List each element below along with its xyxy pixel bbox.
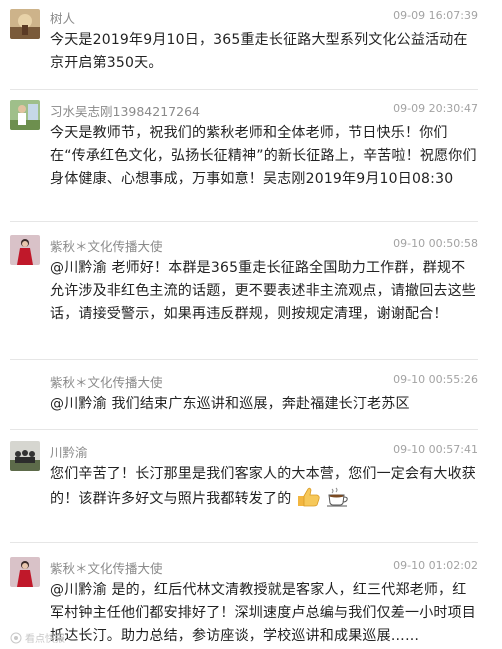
group-photo-avatar-icon bbox=[10, 441, 40, 471]
avatar[interactable] bbox=[10, 9, 40, 39]
message-text: 今天是教师节，祝我们的紫秋老师和全体老师，节日快乐！你们在“传承红色文化，弘扬长… bbox=[50, 125, 477, 187]
message-text: 您们辛苦了！长汀那里是我们客家人的大本营，您们一定会有大收获的！该群许多好文与照… bbox=[50, 463, 478, 511]
chat-message: 川黔渝 09-10 00:57:41 您们辛苦了！长汀那里是我们客家人的大本营，… bbox=[10, 430, 478, 543]
woman-red-dress-avatar-icon bbox=[10, 557, 40, 587]
avatar[interactable] bbox=[10, 235, 40, 265]
chat-message: 紫秋＊文化传播大使 09-10 00:50:58 @川黔渝 老师好！本群是365… bbox=[10, 222, 478, 360]
watermark-logo-icon bbox=[10, 632, 22, 643]
person-outdoor-avatar-icon bbox=[10, 100, 40, 130]
message-time: 09-09 16:07:39 bbox=[393, 9, 478, 22]
avatar[interactable] bbox=[10, 441, 40, 471]
watermark-text: 看点快报 bbox=[25, 634, 65, 645]
sender-name[interactable]: 紫秋＊文化传播大使 bbox=[50, 236, 163, 255]
chat-message: 紫秋＊文化传播大使 09-10 00:55:26 @川黔渝 我们结束广东巡讲和巡… bbox=[10, 360, 478, 430]
sender-name[interactable]: 树人 bbox=[50, 8, 75, 27]
watermark: 看点快报 bbox=[10, 630, 65, 645]
message-time: 09-10 01:02:02 bbox=[393, 559, 478, 572]
sender-name[interactable]: 川黔渝 bbox=[50, 442, 88, 461]
sender-name[interactable]: 习水吴志刚13984217264 bbox=[50, 101, 200, 120]
message-time: 09-10 00:57:41 bbox=[393, 443, 478, 456]
message-text-content: 您们辛苦了！长汀那里是我们客家人的大本营，您们一定会有大收获的！该群许多好文与照… bbox=[50, 466, 476, 507]
sender-name[interactable]: 紫秋＊文化传播大使 bbox=[50, 372, 163, 391]
message-text: @川黔渝 老师好！本群是365重走长征路全国助力工作群，群规不允许涉及非红色主流… bbox=[50, 260, 476, 322]
woman-red-dress-avatar-icon bbox=[10, 235, 40, 265]
message-time: 09-10 00:50:58 bbox=[393, 237, 478, 250]
message-text: 今天是2019年9月10日，365重走长征路大型系列文化公益活动在京开启第350… bbox=[50, 32, 468, 71]
coffee-icon bbox=[325, 486, 351, 508]
avatar[interactable] bbox=[10, 100, 40, 130]
message-text: @川黔渝 是的，红后代林文清教授就是客家人，红三代郑老师，红军村钟主任他们都安排… bbox=[50, 582, 476, 644]
chat-message: 习水吴志刚13984217264 09-09 20:30:47 今天是教师节，祝… bbox=[10, 90, 478, 222]
chat-message: 紫秋＊文化传播大使 09-10 01:02:02 @川黔渝 是的，红后代林文清教… bbox=[10, 543, 478, 649]
landscape-avatar-icon bbox=[10, 9, 40, 39]
chat-message: 树人 09-09 16:07:39 今天是2019年9月10日，365重走长征路… bbox=[10, 0, 478, 90]
message-text: @川黔渝 我们结束广东巡讲和巡展，奔赴福建长汀老苏区 bbox=[50, 396, 410, 412]
chat-feed: 树人 09-09 16:07:39 今天是2019年9月10日，365重走长征路… bbox=[0, 0, 502, 649]
avatar[interactable] bbox=[10, 557, 40, 587]
message-time: 09-09 20:30:47 bbox=[393, 102, 478, 115]
thumbs-up-icon bbox=[295, 486, 321, 508]
message-time: 09-10 00:55:26 bbox=[393, 373, 478, 386]
sender-name[interactable]: 紫秋＊文化传播大使 bbox=[50, 558, 163, 577]
